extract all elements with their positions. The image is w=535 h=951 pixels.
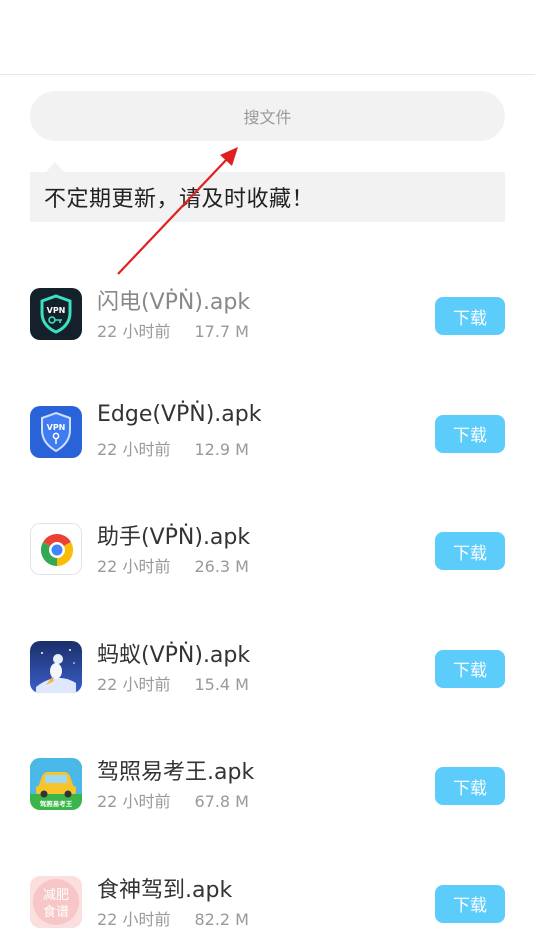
file-name: 蚂蚁(VṖṄ).apk — [97, 642, 251, 668]
car-icon-caption: 驾照易考王 — [40, 799, 73, 808]
file-name: 闪电(VṖṄ).apk — [97, 290, 251, 315]
vpn-shield-key-icon: VPN — [30, 288, 82, 340]
file-name: 食神驾到.apk — [97, 877, 233, 903]
ant-rocket-icon — [30, 640, 82, 693]
download-button[interactable]: 下载 — [435, 297, 505, 335]
file-time: 22 小时前 — [97, 557, 171, 576]
file-time: 22 小时前 — [97, 439, 171, 459]
file-list: VPN 闪电(VṖṄ).apk 22 小时前 17.7 M 下载 VPN Edge… — [30, 256, 505, 951]
vpn-shield-blue-icon: VPN — [30, 405, 82, 458]
file-name: Edge(VṖṄ).apk — [97, 401, 262, 427]
file-size: 26.3 M — [194, 557, 249, 576]
search-placeholder: 搜文件 — [243, 108, 292, 127]
search-input[interactable]: 搜文件 — [30, 91, 505, 141]
file-name: 助手(VṖṄ).apk — [97, 525, 251, 550]
list-item[interactable]: 驾照易考王 驾照易考王.apk 22 小时前 67.8 M 下载 — [30, 726, 505, 844]
file-time: 22 小时前 — [97, 674, 171, 694]
file-time: 22 小时前 — [97, 322, 171, 341]
download-button[interactable]: 下载 — [435, 767, 505, 805]
file-name: 驾照易考王.apk — [97, 760, 255, 785]
file-meta: 22 小时前 26.3 M — [97, 553, 249, 577]
list-item[interactable]: 蚂蚁(VṖṄ).apk 22 小时前 15.4 M 下载 — [30, 609, 505, 727]
download-button[interactable]: 下载 — [435, 884, 505, 923]
file-meta: 22 小时前 67.8 M — [97, 788, 249, 812]
notice-tail — [46, 162, 64, 172]
list-item[interactable]: VPN 闪电(VṖṄ).apk 22 小时前 17.7 M 下载 — [30, 256, 505, 374]
file-meta: 22 小时前 82.2 M — [97, 906, 249, 930]
svg-text:减肥: 减肥 — [43, 888, 69, 903]
file-size: 17.7 M — [194, 322, 249, 341]
download-button[interactable]: 下载 — [435, 532, 505, 570]
file-meta: 22 小时前 15.4 M — [97, 671, 249, 695]
notice-text: 不定期更新，请及时收藏！ — [30, 172, 505, 222]
svg-text:VPN: VPN — [47, 423, 66, 432]
diet-recipe-icon: 减肥 食谱 — [30, 875, 82, 928]
download-button[interactable]: 下载 — [435, 649, 505, 688]
file-meta: 22 小时前 12.9 M — [97, 436, 249, 460]
top-bar — [0, 0, 535, 75]
svg-text:VPN: VPN — [47, 306, 66, 315]
chrome-ring-icon — [30, 523, 82, 575]
file-meta: 22 小时前 17.7 M — [97, 318, 249, 342]
download-button[interactable]: 下载 — [435, 414, 505, 453]
file-size: 82.2 M — [194, 909, 249, 929]
file-size: 15.4 M — [194, 674, 249, 694]
list-item[interactable]: 助手(VṖṄ).apk 22 小时前 26.3 M 下载 — [30, 491, 505, 609]
file-size: 12.9 M — [194, 439, 249, 459]
list-item[interactable]: VPN Edge(VṖṄ).apk 22 小时前 12.9 M 下载 — [30, 374, 505, 492]
car-driving-icon: 驾照易考王 — [30, 758, 82, 810]
svg-text:食谱: 食谱 — [43, 904, 69, 920]
list-item[interactable]: 减肥 食谱 食神驾到.apk 22 小时前 82.2 M 下载 — [30, 844, 505, 951]
file-time: 22 小时前 — [97, 909, 171, 929]
file-size: 67.8 M — [194, 792, 249, 811]
file-time: 22 小时前 — [97, 792, 171, 811]
